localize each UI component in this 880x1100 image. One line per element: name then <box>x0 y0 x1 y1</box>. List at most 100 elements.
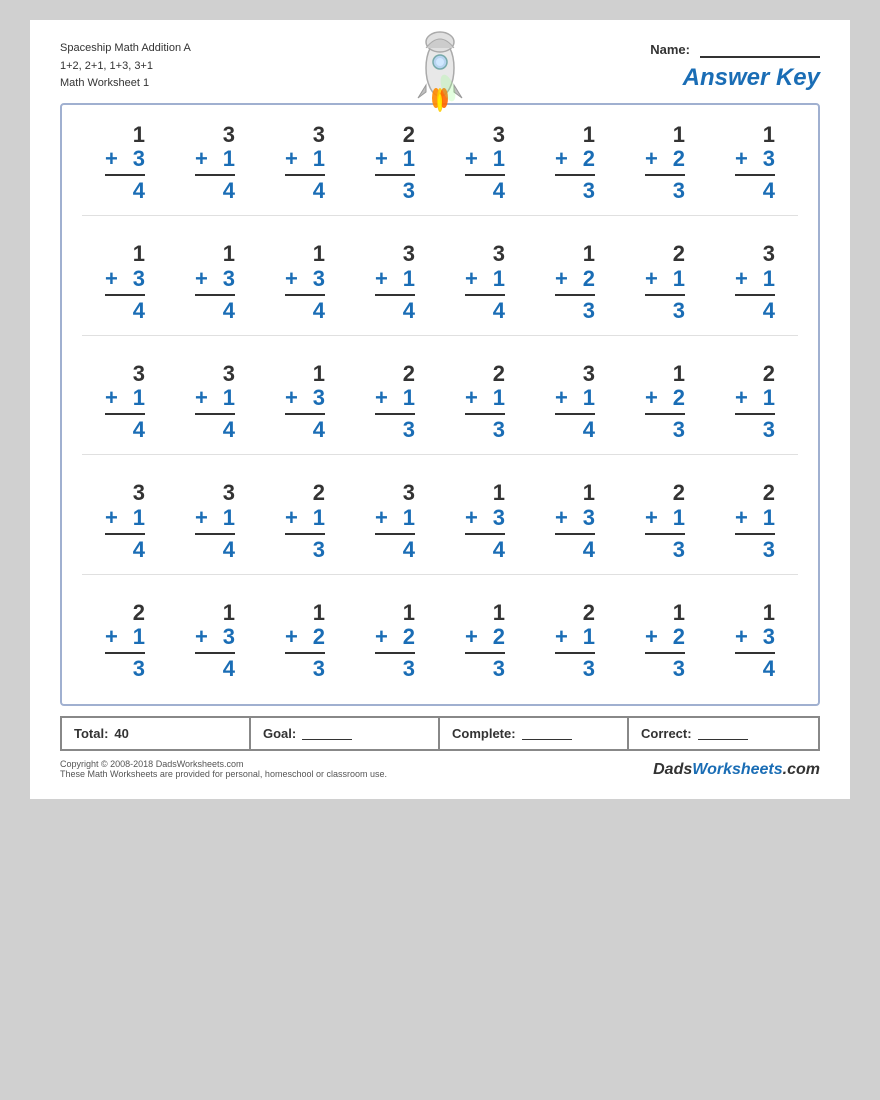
header: Spaceship Math Addition A 1+2, 2+1, 1+3,… <box>60 40 820 93</box>
problem-3-2: 213 <box>262 473 348 566</box>
num-top: 3 <box>465 123 505 147</box>
num-answer: 4 <box>195 179 235 203</box>
problem-1-4: 314 <box>442 234 528 327</box>
num-addend: 3 <box>735 147 775 171</box>
copyright: Copyright © 2008-2018 DadsWorksheets.com… <box>60 759 820 779</box>
problem-3-1: 31 4 <box>172 473 258 566</box>
num-top: 3 <box>735 242 775 266</box>
num-addend: 1 <box>645 506 685 530</box>
total-value: 40 <box>114 726 128 741</box>
num-answer: 3 <box>285 538 325 562</box>
answer-line <box>105 174 145 176</box>
problem-3-7: 213 <box>712 473 798 566</box>
num-answer: 3 <box>105 657 145 681</box>
num-addend: 1 <box>375 267 415 291</box>
answer-line <box>645 294 685 296</box>
num-addend: 1 <box>285 147 325 171</box>
problem-2-2: 134 <box>262 354 348 447</box>
num-top: 3 <box>465 242 505 266</box>
answer-line <box>195 413 235 415</box>
num-addend: 2 <box>285 625 325 649</box>
num-top: 2 <box>375 362 415 386</box>
logo-worksheets: Worksheets <box>692 761 782 778</box>
problem-row-4: 213134123123123213123134 <box>82 593 798 694</box>
problem-0-2: 314 <box>262 115 348 208</box>
problem-1-6: 213 <box>622 234 708 327</box>
num-answer: 4 <box>735 299 775 323</box>
answer-line <box>645 413 685 415</box>
footer-complete: Complete: <box>440 718 629 749</box>
num-top: 1 <box>555 123 595 147</box>
answer-line <box>735 652 775 654</box>
num-answer: 4 <box>105 538 145 562</box>
num-top: 3 <box>195 362 235 386</box>
answer-line <box>555 174 595 176</box>
problem-0-3: 213 <box>352 115 438 208</box>
problem-row-0: 134314314213314123123134 <box>82 115 798 217</box>
problem-row-3: 314314213314134134213213 <box>82 473 798 575</box>
num-top: 1 <box>105 123 145 147</box>
num-top: 3 <box>285 123 325 147</box>
num-top: 1 <box>735 601 775 625</box>
answer-line <box>375 533 415 535</box>
name-label: Name: <box>650 42 690 57</box>
num-top: 2 <box>105 601 145 625</box>
num-addend: 2 <box>645 386 685 410</box>
answer-line <box>105 294 145 296</box>
num-answer: 4 <box>195 538 235 562</box>
num-top: 1 <box>645 601 685 625</box>
num-addend: 2 <box>645 625 685 649</box>
num-top: 1 <box>555 242 595 266</box>
problem-1-1: 134 <box>172 234 258 327</box>
answer-line <box>465 413 505 415</box>
num-addend: 2 <box>375 625 415 649</box>
num-addend: 2 <box>465 625 505 649</box>
answer-line <box>645 533 685 535</box>
num-answer: 3 <box>645 538 685 562</box>
problem-0-4: 314 <box>442 115 528 208</box>
num-top: 1 <box>645 362 685 386</box>
problem-0-5: 12 3 <box>532 115 618 208</box>
problem-1-2: 134 <box>262 234 348 327</box>
num-addend: 3 <box>195 625 235 649</box>
answer-line <box>285 652 325 654</box>
num-answer: 3 <box>555 299 595 323</box>
num-top: 2 <box>375 123 415 147</box>
num-answer: 4 <box>555 418 595 442</box>
num-top: 1 <box>195 242 235 266</box>
num-top: 1 <box>465 601 505 625</box>
answer-line <box>105 652 145 654</box>
num-answer: 4 <box>735 657 775 681</box>
answer-line <box>735 533 775 535</box>
answer-key-text: Answer Key <box>683 64 820 92</box>
num-answer: 4 <box>105 418 145 442</box>
problem-4-0: 213 <box>82 593 168 686</box>
num-addend: 1 <box>195 506 235 530</box>
answer-line <box>105 533 145 535</box>
num-top: 3 <box>195 481 235 505</box>
num-addend: 1 <box>465 147 505 171</box>
num-addend: 1 <box>195 386 235 410</box>
num-answer: 4 <box>465 299 505 323</box>
num-addend: 1 <box>105 506 145 530</box>
answer-line <box>375 174 415 176</box>
problem-4-3: 123 <box>352 593 438 686</box>
answer-line <box>105 413 145 415</box>
footer: Total: 40 Goal: Complete: Correct: <box>60 716 820 751</box>
problem-3-6: 21 3 <box>622 473 708 566</box>
answer-line <box>465 294 505 296</box>
num-answer: 3 <box>375 418 415 442</box>
answer-line <box>465 652 505 654</box>
num-answer: 3 <box>555 179 595 203</box>
num-addend: 2 <box>555 147 595 171</box>
num-addend: 3 <box>285 267 325 291</box>
num-top: 2 <box>645 481 685 505</box>
num-answer: 3 <box>375 657 415 681</box>
answer-line <box>735 174 775 176</box>
problem-3-5: 134 <box>532 473 618 566</box>
num-top: 3 <box>105 362 145 386</box>
logo-com: .com <box>783 761 820 778</box>
problem-3-0: 314 <box>82 473 168 566</box>
answer-line <box>285 413 325 415</box>
num-top: 1 <box>195 601 235 625</box>
